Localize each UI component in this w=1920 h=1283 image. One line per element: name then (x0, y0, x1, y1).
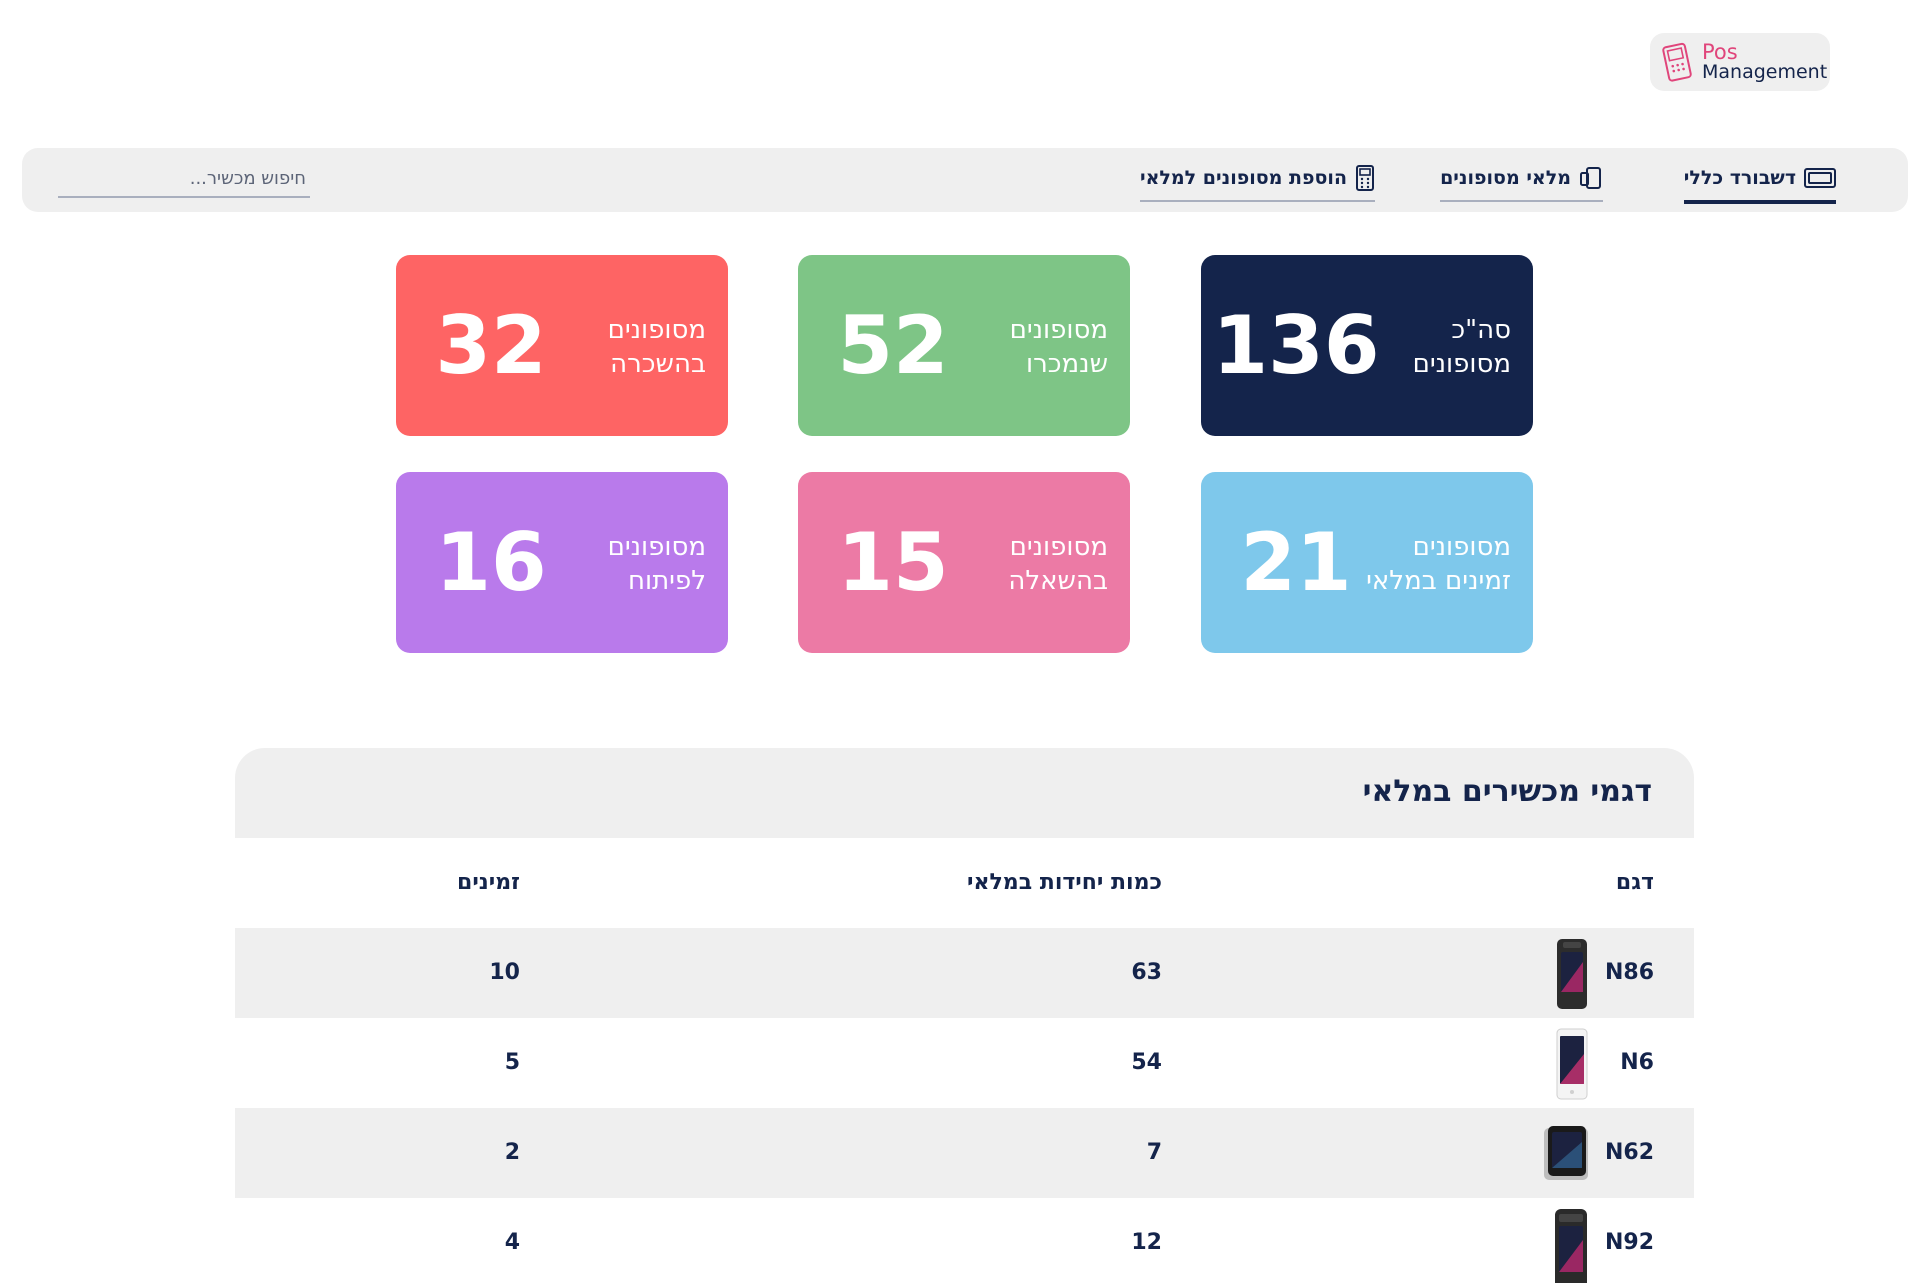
column-header-quantity: כמות יחידות במלאי (966, 870, 1162, 895)
table-row[interactable]: N62 7 2 (235, 1108, 1694, 1198)
panel-title: דגמי מכשירים במלאי (1362, 774, 1652, 809)
device-image-n6 (1554, 1028, 1590, 1104)
top-navigation: דשבורד כללי מלאי מסופונים הוספת מסופונים… (22, 148, 1908, 212)
stat-card-available-terminals: מסופונים זמינים במלאי 21 (1201, 472, 1533, 653)
cell-available: 4 (504, 1230, 520, 1255)
dashboard-icon (1804, 168, 1836, 188)
cell-model: N92 (1604, 1230, 1654, 1255)
cell-available: 5 (504, 1050, 520, 1075)
table-row[interactable]: N86 63 10 (235, 928, 1694, 1018)
device-image-n92 (1552, 1208, 1590, 1283)
cell-quantity: 12 (1131, 1230, 1162, 1255)
stat-card-loaned-terminals: מסופונים בהשאלה 15 (798, 472, 1130, 653)
nav-tab-inventory[interactable]: מלאי מסופונים (1440, 160, 1603, 202)
cell-model: N62 (1604, 1140, 1654, 1165)
stat-card-value: 136 (1212, 299, 1380, 392)
nav-tab-add-terminals[interactable]: הוספת מסופונים למלאי (1140, 160, 1375, 202)
device-search-input[interactable] (58, 160, 310, 198)
logo-text-management: Management (1702, 61, 1828, 83)
nav-tab-add-terminals-label: הוספת מסופונים למלאי (1140, 167, 1347, 189)
logo-text-pos: Pos (1702, 40, 1738, 64)
device-image-n86 (1554, 938, 1590, 1014)
cell-quantity: 7 (1146, 1140, 1162, 1165)
cell-quantity: 54 (1131, 1050, 1162, 1075)
cell-model: N6 (1620, 1050, 1654, 1075)
cell-available: 2 (504, 1140, 520, 1165)
devices-icon (1580, 167, 1601, 189)
stat-card-value: 16 (435, 516, 547, 609)
nav-tab-dashboard-label: דשבורד כללי (1683, 167, 1796, 189)
device-image-n62 (1542, 1124, 1590, 1186)
table-row[interactable]: N6 54 5 (235, 1018, 1694, 1108)
cell-quantity: 63 (1131, 960, 1162, 985)
pos-terminal-icon (1356, 165, 1374, 191)
stat-card-value: 15 (837, 516, 949, 609)
nav-tab-dashboard[interactable]: דשבורד כללי (1683, 160, 1836, 204)
stat-card-value: 32 (435, 299, 547, 392)
stat-card-development-terminals: מסופונים לפיתוח 16 (396, 472, 728, 653)
stat-card-rented-terminals: מסופונים בהשכרה 32 (396, 255, 728, 436)
pos-device-logo-icon (1662, 42, 1692, 82)
stat-card-value: 21 (1240, 516, 1352, 609)
inventory-models-panel: דגמי מכשירים במלאי דגם כמות יחידות במלאי… (235, 748, 1694, 1283)
column-header-model: דגם (1615, 870, 1654, 895)
stat-card-total-terminals: סה"כ מסופונים 136 (1201, 255, 1533, 436)
cell-model: N86 (1604, 960, 1654, 985)
panel-header: דגמי מכשירים במלאי (235, 748, 1694, 838)
cell-available: 10 (489, 960, 520, 985)
table-header-row: דגם כמות יחידות במלאי זמינים (235, 838, 1694, 928)
app-logo[interactable]: Pos Management (1650, 33, 1830, 91)
table-row[interactable]: N92 12 4 (235, 1198, 1694, 1283)
nav-tab-inventory-label: מלאי מסופונים (1440, 167, 1571, 189)
column-header-available: זמינים (457, 870, 520, 895)
stat-card-sold-terminals: מסופונים שנמכרו 52 (798, 255, 1130, 436)
stat-card-value: 52 (837, 299, 949, 392)
